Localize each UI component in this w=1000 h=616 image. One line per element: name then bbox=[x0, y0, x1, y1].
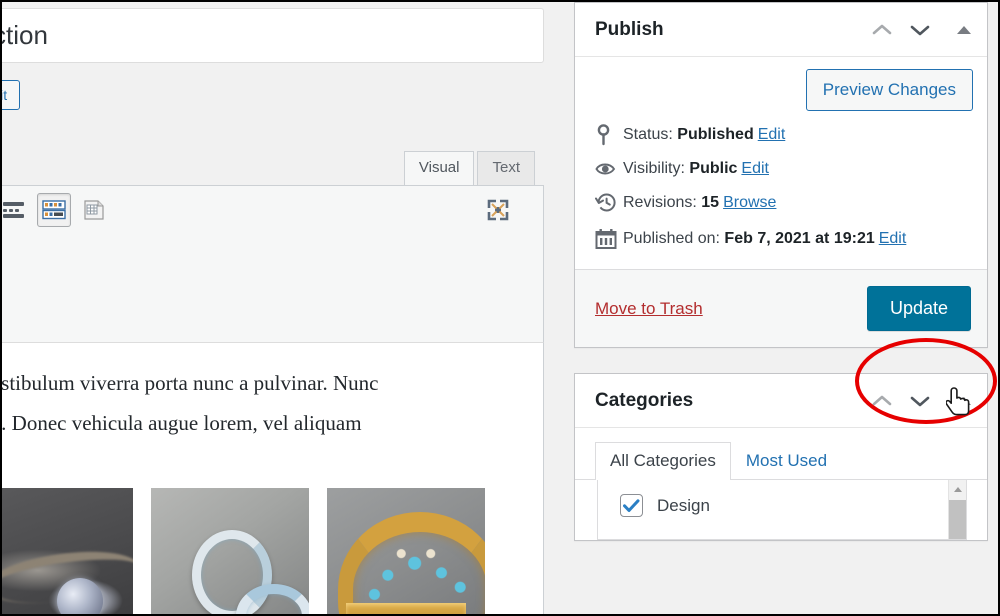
publish-panel: Publish Preview Changes Status: Publishe… bbox=[574, 2, 988, 348]
revisions-label: Revisions: bbox=[623, 194, 697, 211]
revisions-count: 15 bbox=[701, 194, 720, 211]
triangle-up-icon[interactable] bbox=[955, 24, 973, 36]
category-list: Design bbox=[597, 480, 967, 540]
published-edit-link[interactable]: Edit bbox=[879, 230, 907, 248]
published-on-row: Published on: Feb 7, 2021 at 19:21 Edit bbox=[575, 221, 987, 257]
scrollbar-up-arrow-icon[interactable] bbox=[949, 480, 966, 498]
chevron-up-icon[interactable] bbox=[871, 23, 893, 37]
preview-row: Preview Changes bbox=[575, 57, 987, 117]
edit-permalink-button[interactable]: Edit bbox=[2, 80, 21, 110]
status-text: Status: Published bbox=[623, 126, 754, 144]
post-title-container bbox=[2, 8, 544, 63]
published-value: Feb 7, 2021 at 19:21 bbox=[724, 230, 875, 247]
image-gallery bbox=[2, 488, 527, 614]
revisions-browse-link[interactable]: Browse bbox=[723, 194, 776, 212]
wordpress-post-editor-screen: Edit Visual Text bbox=[0, 0, 1000, 616]
eye-icon bbox=[595, 160, 623, 178]
published-on-text: Published on: Feb 7, 2021 at 19:21 bbox=[623, 230, 875, 248]
tab-visual[interactable]: Visual bbox=[403, 151, 475, 185]
category-label-design: Design bbox=[657, 495, 710, 515]
status-edit-link[interactable]: Edit bbox=[758, 126, 786, 144]
clock-back-icon bbox=[595, 192, 623, 214]
categories-panel: Categories All Categories Most Used Desi… bbox=[574, 373, 988, 541]
calendar-icon bbox=[595, 228, 623, 250]
insert-table-icon[interactable] bbox=[77, 193, 111, 227]
chevron-up-icon[interactable] bbox=[871, 394, 893, 408]
permalink-row: Edit bbox=[2, 76, 21, 114]
revisions-row: Revisions: 15 Browse bbox=[575, 185, 987, 221]
tab-text[interactable]: Text bbox=[477, 151, 535, 185]
jewelry-image-2[interactable] bbox=[151, 488, 309, 614]
categories-panel-header: Categories bbox=[575, 374, 987, 428]
jewelry-image-3[interactable] bbox=[327, 488, 485, 614]
editor-column: Edit Visual Text bbox=[0, 2, 546, 614]
jewelry-image-1[interactable] bbox=[2, 488, 133, 614]
post-title-input[interactable] bbox=[2, 8, 544, 63]
editor-toolbar bbox=[2, 185, 544, 343]
category-checkbox-design[interactable] bbox=[620, 494, 643, 517]
fullscreen-icon[interactable] bbox=[481, 193, 515, 227]
sidebar: Publish Preview Changes Status: Publishe… bbox=[572, 2, 998, 614]
editor-wrapper: Visual Text Vestibulum viverra porta nun… bbox=[0, 151, 544, 614]
update-button[interactable]: Update bbox=[866, 286, 971, 331]
scrollbar-thumb[interactable] bbox=[949, 500, 966, 539]
list-item: Design bbox=[598, 480, 966, 517]
editor-mode-tabs: Visual Text bbox=[403, 151, 535, 185]
category-scrollbar[interactable] bbox=[948, 480, 966, 539]
visibility-edit-link[interactable]: Edit bbox=[741, 160, 769, 178]
editor-content-area[interactable]: Vestibulum viverra porta nunc a pulvinar… bbox=[0, 343, 544, 614]
tab-most-used[interactable]: Most Used bbox=[731, 442, 842, 480]
chevron-down-icon[interactable] bbox=[909, 23, 931, 37]
published-label: Published on: bbox=[623, 230, 720, 247]
body-paragraph-line-2: mi. Donec vehicula augue lorem, vel aliq… bbox=[0, 411, 362, 435]
pin-icon bbox=[595, 124, 623, 146]
status-value: Published bbox=[677, 126, 754, 143]
visibility-row: Visibility: Public Edit bbox=[575, 153, 987, 185]
publish-panel-header: Publish bbox=[575, 3, 987, 57]
move-to-trash-link[interactable]: Move to Trash bbox=[595, 299, 703, 319]
revisions-text: Revisions: 15 bbox=[623, 194, 719, 212]
body-paragraph-line-1: Vestibulum viverra porta nunc a pulvinar… bbox=[0, 371, 379, 395]
publish-panel-title: Publish bbox=[595, 18, 664, 40]
status-label: Status: bbox=[623, 126, 673, 143]
chevron-down-icon[interactable] bbox=[909, 394, 931, 408]
visibility-value: Public bbox=[689, 160, 738, 177]
kitchen-sink-icon[interactable] bbox=[37, 193, 71, 227]
publish-actions-row: Move to Trash Update bbox=[575, 269, 987, 347]
status-row: Status: Published Edit bbox=[575, 117, 987, 153]
category-tabs: All Categories Most Used bbox=[575, 428, 987, 480]
visibility-text: Visibility: Public bbox=[623, 160, 737, 178]
tab-all-categories[interactable]: All Categories bbox=[595, 442, 731, 480]
triangle-up-icon[interactable] bbox=[955, 395, 973, 407]
categories-panel-title: Categories bbox=[595, 389, 694, 411]
preview-changes-button[interactable]: Preview Changes bbox=[805, 69, 973, 111]
visibility-label: Visibility: bbox=[623, 160, 685, 177]
toolbar-toggle-icon[interactable] bbox=[2, 193, 31, 227]
